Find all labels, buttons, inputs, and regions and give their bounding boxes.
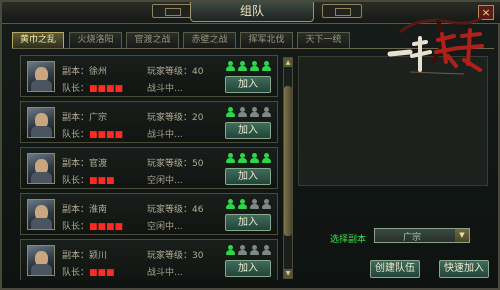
pawn-icon [262,199,271,209]
leader-name: ■■■■ [89,222,124,232]
team-status: 战斗中... [147,268,183,278]
dungeon-prefix: 副本： [62,159,90,169]
title-ornament-left [152,4,192,18]
pawn-icon [226,153,235,163]
window-title: 组队 [190,2,314,22]
pawn-icon [250,153,259,163]
team-status: 空闲中... [147,176,183,186]
leader-avatar [27,199,55,230]
tab-tongyi[interactable]: 天下一统 [297,32,350,48]
dungeon-name: 广宗 [89,113,108,123]
join-button[interactable]: 加入 [225,214,271,231]
leader-name: ■■■ [89,176,115,186]
select-dungeon-label: 选择副本 [330,235,367,245]
leader-avatar [27,107,55,138]
dungeon-name: 颍川 [89,251,108,261]
level-prefix: 玩家等级： [147,113,193,123]
team-row: 副本：官渡 队长：■■■ 玩家等级：50 空闲中... 加入 [20,147,278,189]
pawn-icon [226,245,235,255]
pawn-icon [250,107,259,117]
leader-avatar [27,153,55,184]
dropdown-arrow-icon[interactable]: ▼ [455,229,469,242]
join-button[interactable]: 加入 [225,76,271,93]
pawn-icon [238,153,247,163]
pawn-icon [262,245,271,255]
pawn-icon [226,61,235,71]
scroll-down-arrow-icon[interactable]: ▼ [284,269,292,278]
join-button[interactable]: 加入 [225,168,271,185]
tab-luoyang[interactable]: 火烧洛阳 [69,32,122,48]
dungeon-select-value: 广宗 [403,233,422,243]
player-level: 20 [192,113,204,123]
leader-name: ■■■■ [89,130,124,140]
pawn-icon [226,107,235,117]
pawn-icon [262,153,271,163]
leader-prefix: 队长： [62,130,90,140]
player-level: 50 [192,159,204,169]
join-button[interactable]: 加入 [225,260,271,277]
dungeon-select[interactable]: 广宗 ▼ [374,228,470,243]
team-window: 组队 × 黄巾之乱 火烧洛阳 官渡之战 赤壁之战 挥军北伐 天下一统 副本：徐州… [0,0,500,290]
leader-prefix: 队长： [62,84,90,94]
team-status: 战斗中... [147,84,183,94]
pawn-icon [238,245,247,255]
create-team-button[interactable]: 创建队伍 [370,260,420,278]
leader-avatar [27,61,55,92]
pawn-icon [250,199,259,209]
scroll-thumb[interactable] [284,86,292,236]
player-level: 46 [192,205,204,215]
level-prefix: 玩家等级： [147,251,193,261]
dungeon-prefix: 副本： [62,113,90,123]
leader-name: ■■■ [89,268,115,278]
pawn-icon [238,199,247,209]
dungeon-prefix: 副本： [62,251,90,261]
list-scrollbar[interactable]: ▲ ▼ [283,57,293,279]
dungeon-name: 徐州 [89,67,108,77]
tab-guandu[interactable]: 官渡之战 [126,32,179,48]
dungeon-prefix: 副本： [62,67,90,77]
tab-chibi[interactable]: 赤壁之战 [183,32,236,48]
title-ornament-right [322,4,362,18]
level-prefix: 玩家等级： [147,159,193,169]
team-row: 副本：淮南 队长：■■■■ 玩家等级：46 空闲中... 加入 [20,193,278,235]
leader-prefix: 队长： [62,268,90,278]
pawn-icon [226,199,235,209]
pawn-icon [262,61,271,71]
dungeon-name: 官渡 [89,159,108,169]
player-level: 30 [192,251,204,261]
pawn-icon [238,107,247,117]
join-button[interactable]: 加入 [225,122,271,139]
player-level: 40 [192,67,204,77]
pawn-icon [238,61,247,71]
team-status: 战斗中... [147,130,183,140]
team-row: 副本：颍川 队长：■■■ 玩家等级：30 战斗中... 加入 [20,239,278,280]
tab-beifa[interactable]: 挥军北伐 [240,32,293,48]
team-row: 副本：徐州 队长：■■■■ 玩家等级：40 战斗中... 加入 [20,55,278,97]
leader-avatar [27,245,55,276]
leader-prefix: 队长： [62,176,90,186]
level-prefix: 玩家等级： [147,205,193,215]
tab-huangjin[interactable]: 黄巾之乱 [12,32,64,49]
game-logo [387,14,485,75]
level-prefix: 玩家等级： [147,67,193,77]
scroll-up-arrow-icon[interactable]: ▲ [284,58,292,67]
team-status: 空闲中... [147,222,183,232]
leader-name: ■■■■ [89,84,124,94]
dungeon-prefix: 副本： [62,205,90,215]
quick-join-button[interactable]: 快速加入 [439,260,489,278]
dungeon-name: 淮南 [89,205,108,215]
pawn-icon [250,61,259,71]
pawn-icon [250,245,259,255]
team-row: 副本：广宗 队长：■■■■ 玩家等级：20 战斗中... 加入 [20,101,278,143]
pawn-icon [262,107,271,117]
leader-prefix: 队长： [62,222,90,232]
team-list: 副本：徐州 队长：■■■■ 玩家等级：40 战斗中... 加入 副本：广宗 队长… [20,55,278,280]
